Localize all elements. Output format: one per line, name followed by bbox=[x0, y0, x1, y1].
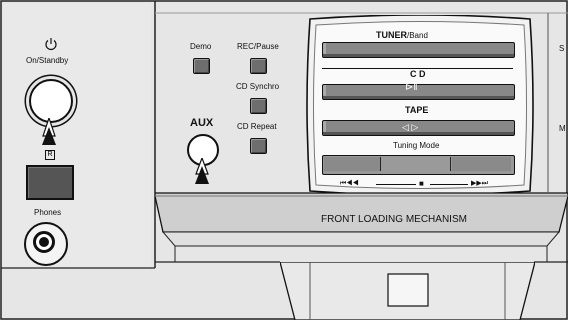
legend-line-left bbox=[376, 184, 416, 185]
legend-line-right bbox=[430, 184, 468, 185]
right-edge-m-label: M bbox=[559, 124, 566, 133]
forward-icon: ▶▶⏭ bbox=[471, 180, 489, 187]
aux-label: AUX bbox=[190, 117, 214, 129]
remote-sensor-window bbox=[26, 165, 74, 200]
cd-play-pause-icon: ⊳‖ bbox=[405, 82, 418, 93]
tape-label: TAPE bbox=[405, 105, 429, 115]
tuner-band-button[interactable] bbox=[322, 42, 515, 58]
cd-repeat-label: CD Repeat bbox=[237, 122, 277, 131]
tuner-label: TUNER bbox=[376, 30, 407, 40]
cd-label: C D bbox=[410, 69, 426, 79]
demo-button[interactable] bbox=[193, 58, 210, 74]
right-edge-s-label: S bbox=[559, 44, 565, 53]
cd-button[interactable] bbox=[322, 84, 515, 100]
pointer-icon bbox=[42, 118, 56, 145]
phones-label: Phones bbox=[34, 208, 62, 217]
rewind-icon: ⏮◀◀ bbox=[340, 180, 359, 187]
transport-legend: ⏮◀◀ ■ ▶▶⏭ bbox=[340, 179, 500, 189]
aux-pointer-icon bbox=[195, 158, 209, 184]
band-label: /Band bbox=[407, 31, 428, 40]
tuner-band-label: TUNER/Band bbox=[376, 31, 428, 40]
tuning-mode-label: Tuning Mode bbox=[393, 141, 440, 150]
rec-pause-label: REC/Pause bbox=[237, 42, 279, 51]
loading-drawer[interactable] bbox=[280, 262, 535, 320]
tape-button[interactable] bbox=[322, 120, 515, 136]
power-icon bbox=[45, 38, 57, 51]
phones-jack-hole bbox=[39, 237, 49, 247]
stop-icon: ■ bbox=[419, 179, 424, 188]
cd-synchro-button[interactable] bbox=[250, 98, 267, 114]
cd-synchro-label: CD Synchro bbox=[236, 82, 280, 91]
cd-repeat-button[interactable] bbox=[250, 138, 267, 154]
front-loading-label: FRONT LOADING MECHANISM bbox=[321, 214, 467, 225]
remote-sensor-icon: R bbox=[45, 150, 55, 160]
stop-button[interactable] bbox=[382, 157, 451, 171]
on-standby-label: On/Standby bbox=[26, 56, 69, 65]
on-standby-button[interactable] bbox=[29, 79, 73, 123]
rec-pause-button[interactable] bbox=[250, 58, 267, 74]
tape-direction-icon: ◁ ▷ bbox=[402, 122, 419, 132]
demo-label: Demo bbox=[190, 42, 212, 51]
forward-button[interactable] bbox=[452, 157, 511, 171]
rewind-button[interactable] bbox=[324, 157, 381, 171]
front-loading-tray-shape bbox=[155, 192, 568, 262]
